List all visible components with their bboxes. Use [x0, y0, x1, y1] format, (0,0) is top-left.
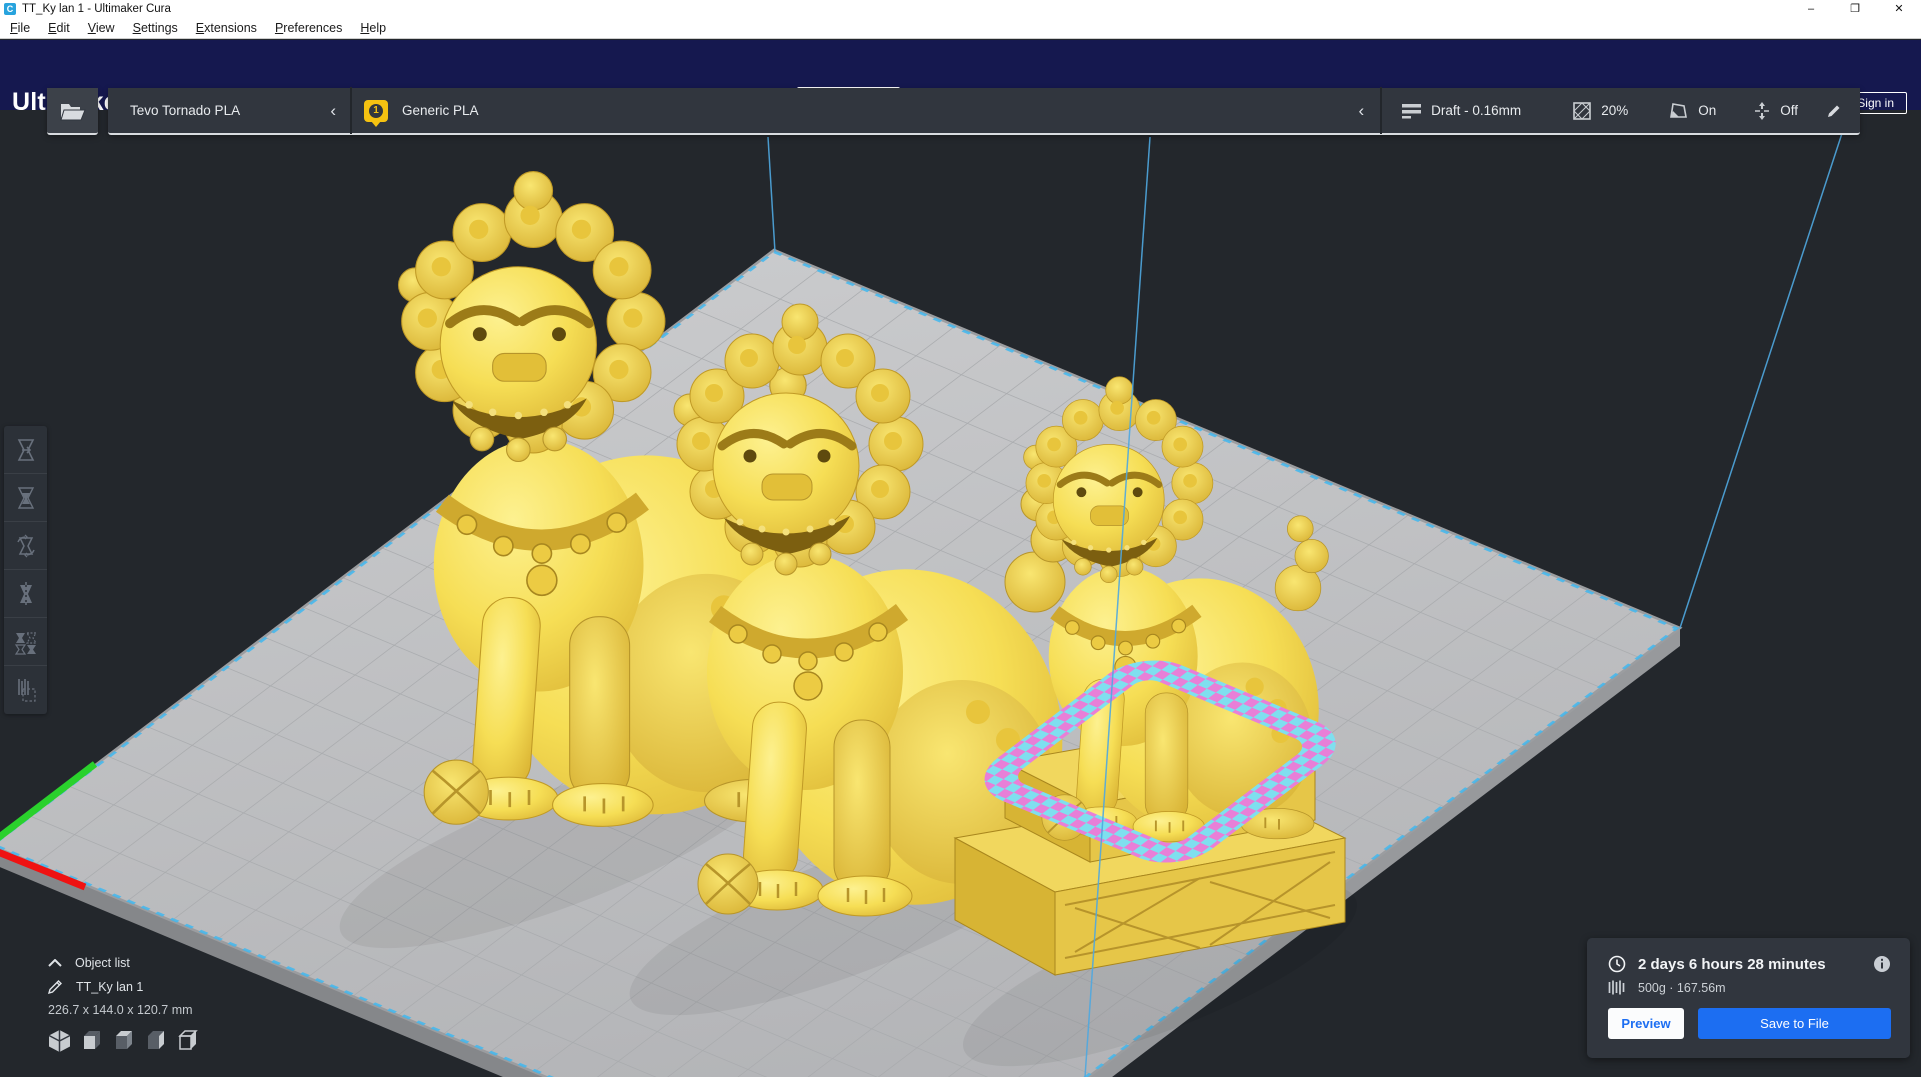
per-model-settings-button[interactable] [4, 618, 47, 666]
menu-help[interactable]: Help [351, 21, 395, 35]
view-left-icon[interactable] [144, 1029, 167, 1053]
move-tool-button[interactable] [4, 426, 47, 474]
view-orientation-buttons [48, 1029, 199, 1053]
chevron-left-icon[interactable]: ‹ [1358, 102, 1364, 119]
chevron-up-icon [48, 959, 62, 967]
support-blocker-icon [17, 679, 36, 702]
material-name: Generic PLA [402, 103, 479, 118]
menu-preferences[interactable]: Preferences [266, 21, 351, 35]
layer-height-icon [1402, 103, 1422, 118]
move-tool-icon [17, 438, 34, 461]
preview-button[interactable]: Preview [1608, 1008, 1684, 1039]
menu-bar: File Edit View Settings Extensions Prefe… [0, 17, 1921, 39]
clock-icon [1608, 955, 1626, 973]
menu-view[interactable]: View [79, 21, 124, 35]
rename-pencil-icon [48, 980, 62, 994]
scale-tool-icon [17, 486, 34, 509]
open-file-button[interactable] [47, 88, 98, 135]
profile-value: Draft - 0.16mm [1431, 103, 1522, 118]
extruder-badge-icon: 1 [364, 99, 388, 127]
chevron-left-icon[interactable]: ‹ [330, 102, 336, 119]
material-selector[interactable]: 1 Generic PLA [352, 88, 479, 133]
open-folder-icon [59, 103, 86, 120]
object-list-label: Object list [75, 956, 130, 970]
menu-file[interactable]: File [1, 21, 39, 35]
mirror-tool-icon [19, 581, 32, 606]
adhesion-value: Off [1780, 103, 1798, 118]
scale-tool-button[interactable] [4, 474, 47, 522]
close-button[interactable]: ✕ [1877, 0, 1921, 17]
support-icon [1670, 103, 1688, 118]
restore-button[interactable]: ❐ [1833, 0, 1877, 17]
menu-extensions[interactable]: Extensions [187, 21, 266, 35]
print-time-estimate: 2 days 6 hours 28 minutes [1638, 955, 1826, 973]
infill-icon [1573, 101, 1591, 120]
material-spool-icon [1608, 980, 1625, 995]
per-model-settings-icon [14, 631, 37, 655]
support-blocker-button[interactable] [4, 666, 47, 714]
object-list-panel: Object list TT_Ky lan 1 226.7 x 144.0 x … [48, 956, 199, 1053]
view-top-icon[interactable] [112, 1029, 135, 1053]
menu-settings[interactable]: Settings [124, 21, 187, 35]
info-icon[interactable] [1873, 955, 1891, 973]
rotate-tool-button[interactable] [4, 522, 47, 570]
object-name: TT_Ky lan 1 [76, 979, 144, 994]
stage-menu-bar: Tevo Tornado PLA ‹ 1 Generic PLA ‹ Draft… [108, 87, 1860, 135]
tool-sidebar [4, 426, 47, 714]
view-right-icon[interactable] [176, 1029, 199, 1053]
minimize-button[interactable]: – [1789, 0, 1833, 17]
material-usage-estimate: 500g · 167.56m [1638, 980, 1726, 995]
save-to-file-button[interactable]: Save to File [1698, 1008, 1891, 1039]
mirror-tool-button[interactable] [4, 570, 47, 618]
printer-selector[interactable]: Tevo Tornado PLA ‹ [108, 88, 350, 133]
support-value: On [1698, 103, 1717, 118]
print-settings-summary[interactable]: Draft - 0.16mm 20% On Off [1382, 88, 1860, 133]
window-title: TT_Ky lan 1 - Ultimaker Cura [22, 2, 171, 15]
output-panel: 2 days 6 hours 28 minutes 500g · 167.56m… [1587, 938, 1910, 1058]
infill-value: 20% [1601, 103, 1629, 118]
view-front-icon[interactable] [80, 1029, 103, 1053]
edit-settings-pencil-icon[interactable] [1826, 103, 1842, 119]
title-bar: C TT_Ky lan 1 - Ultimaker Cura – ❐ ✕ [0, 0, 1921, 17]
object-list-toggle[interactable]: Object list [48, 956, 199, 970]
rotate-tool-icon [16, 534, 35, 557]
menu-edit[interactable]: Edit [39, 21, 79, 35]
viewport-3d-scene[interactable]: .y1{fill:url(#gY);} .y2{fill:url(#gY2);}… [0, 0, 1921, 1077]
adhesion-icon [1755, 101, 1770, 120]
printer-name: Tevo Tornado PLA [130, 103, 241, 118]
view-3d-icon[interactable] [48, 1029, 71, 1053]
object-list-item[interactable]: TT_Ky lan 1 [48, 979, 199, 994]
cura-app-icon: C [4, 2, 16, 15]
object-dimensions: 226.7 x 144.0 x 120.7 mm [48, 1003, 193, 1017]
